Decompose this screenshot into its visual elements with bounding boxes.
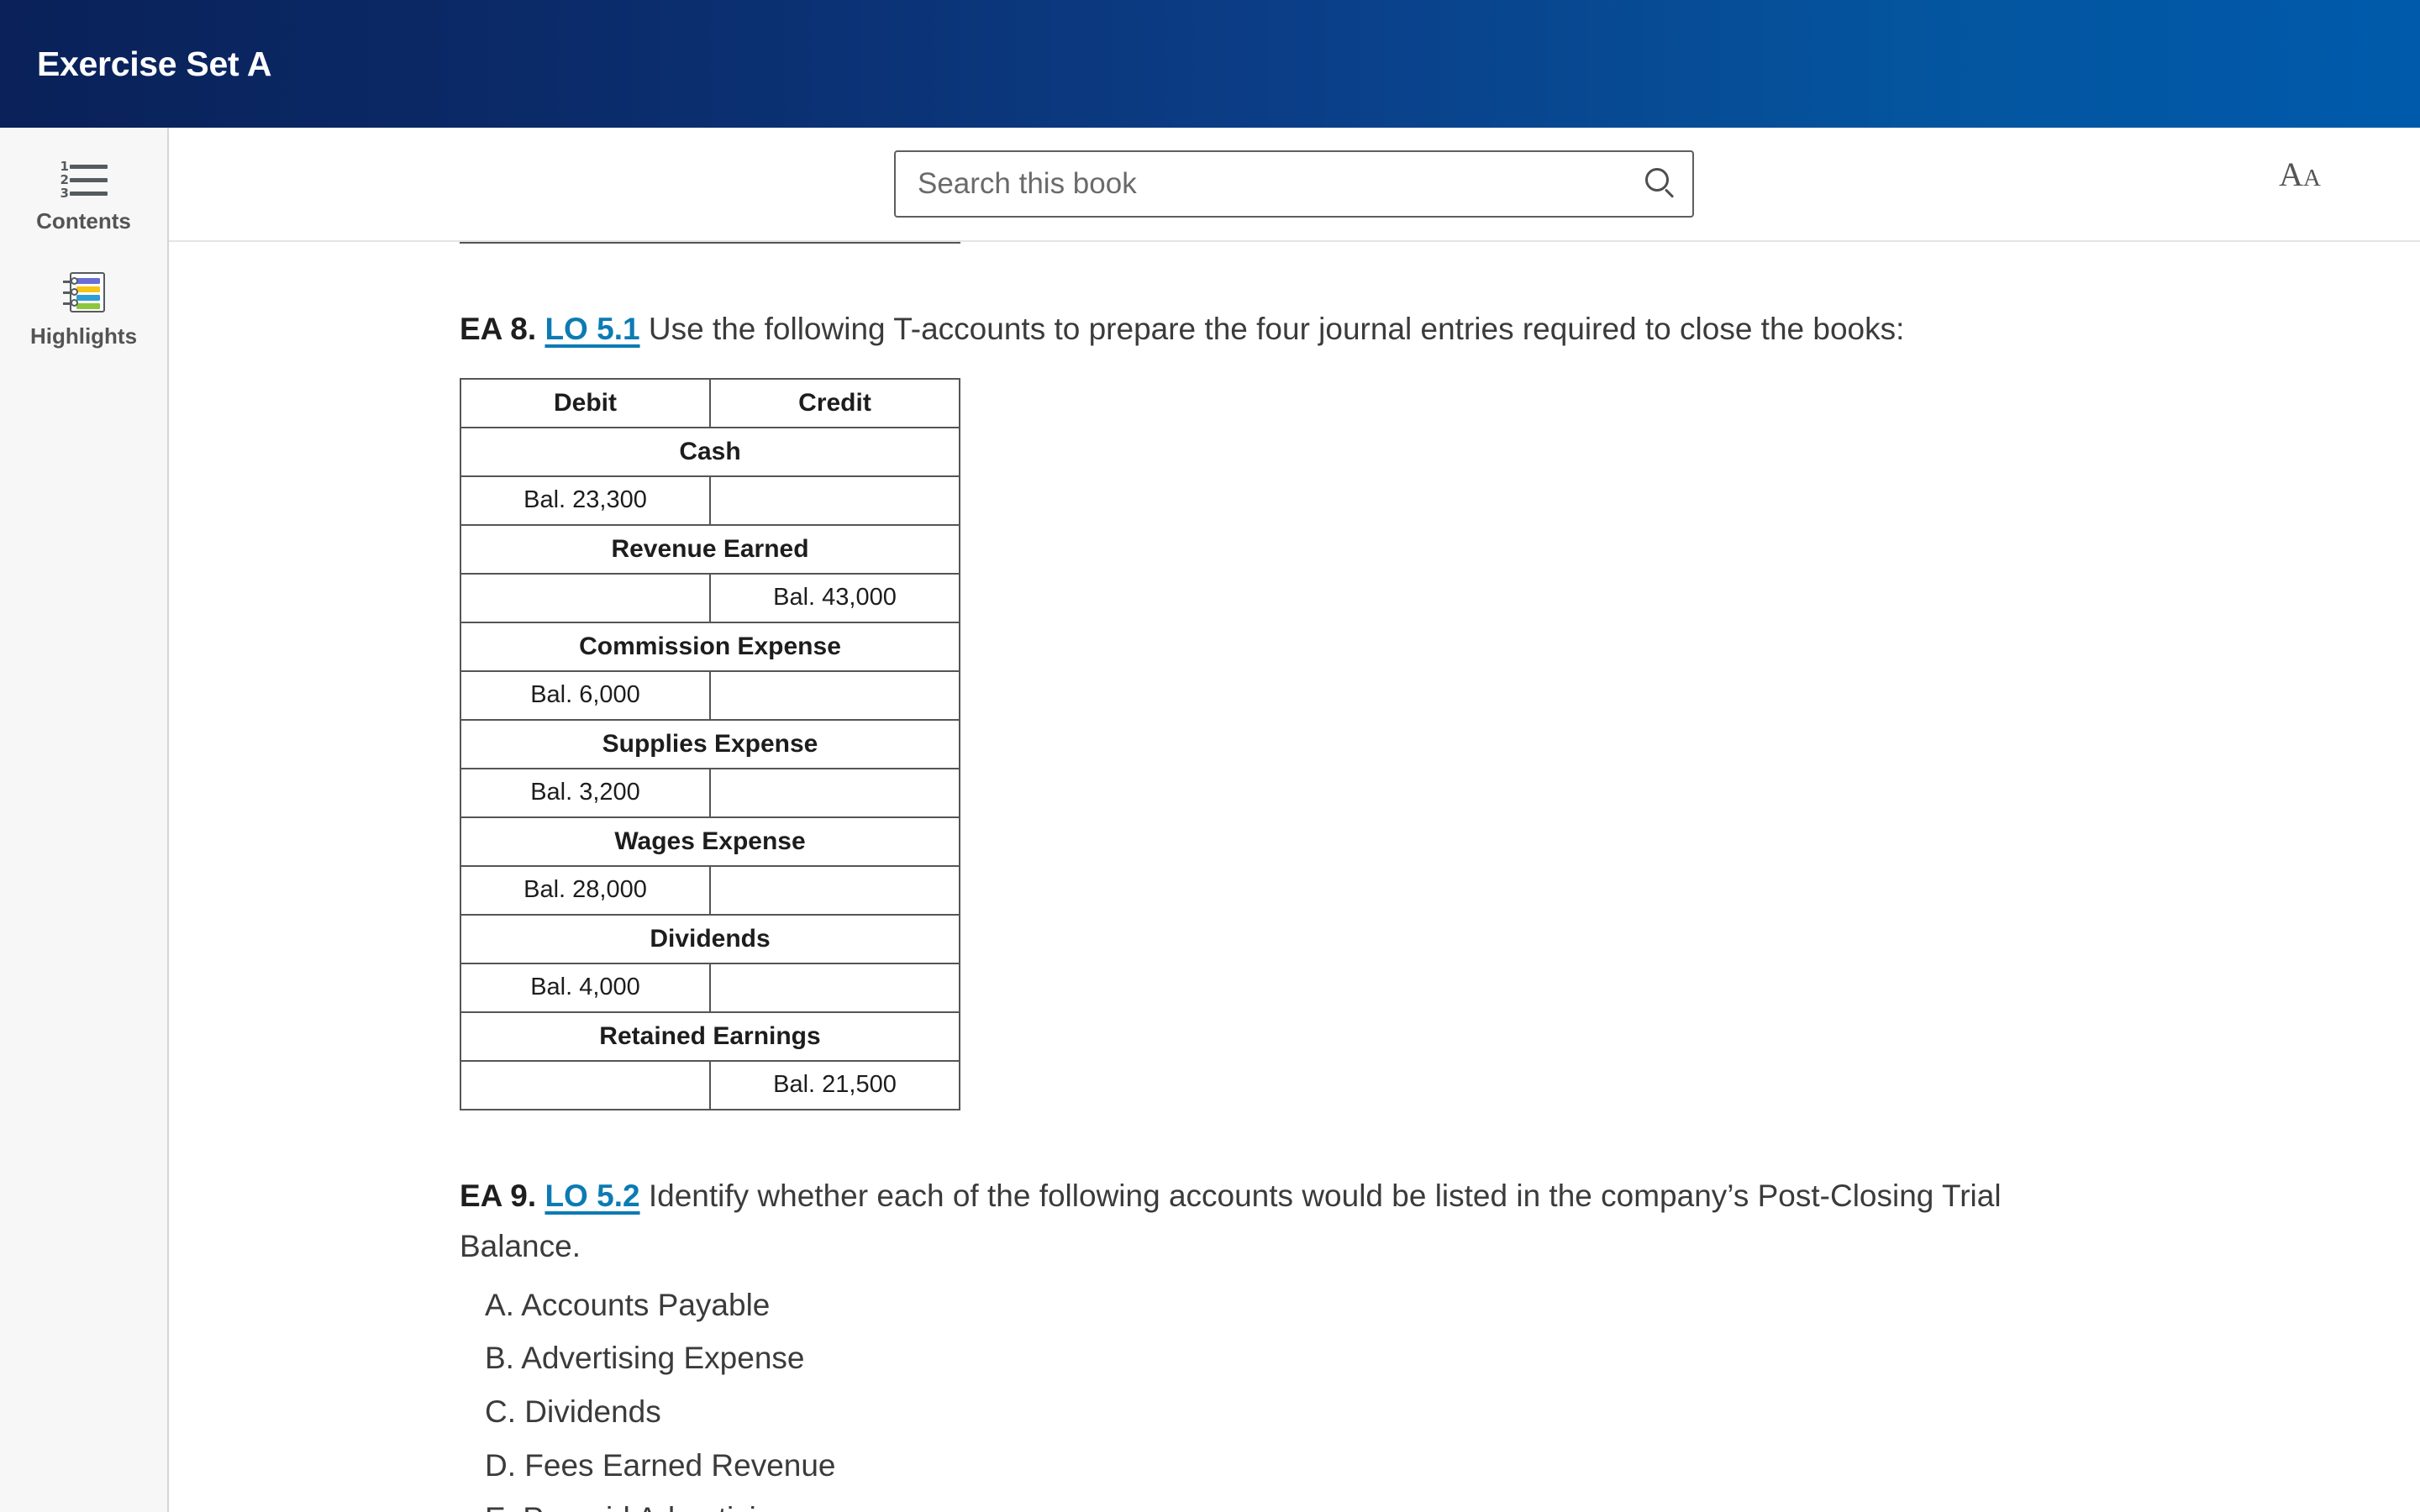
column-header-credit: Credit — [709, 377, 960, 428]
cell-debit: Bal. 3,200 — [460, 767, 711, 818]
table-row: Bal. 30,000 — [460, 242, 960, 244]
cell-credit — [709, 962, 960, 1013]
table-row-account: Retained Earnings — [460, 1011, 960, 1062]
app-header: Exercise Set A — [0, 0, 2420, 128]
sidebar-item-highlights[interactable]: Highlights — [0, 271, 167, 349]
list-item: C. Dividends — [485, 1394, 661, 1430]
book-content: Bal. 30,000 EA 8. LO 5.1 Use the followi… — [169, 242, 2420, 1512]
list-item: E. Prepaid Advertising — [485, 1492, 2420, 1512]
cell-credit — [709, 767, 960, 818]
taccounts-table-body: Cash Bal. 23,300 Revenue Earned Bal. 43,… — [460, 426, 960, 1110]
sidebar-item-contents-label: Contents — [36, 208, 131, 234]
learning-objective-link-5-1[interactable]: LO 5.1 — [544, 312, 639, 346]
account-name: Cash — [460, 426, 960, 477]
account-name: Revenue Earned — [460, 523, 960, 575]
magnifier-icon — [1645, 168, 1677, 200]
account-name: Wages Expense — [460, 816, 960, 867]
cell-credit — [709, 669, 960, 721]
cell-debit: Bal. 28,000 — [460, 864, 711, 916]
table-row: Bal. 21,500 — [460, 1059, 960, 1110]
exercise-ea9-prompt: EA 9. LO 5.2 Identify whether each of th… — [460, 1171, 2081, 1272]
table-row: Bal. 6,000 — [460, 669, 960, 721]
font-size-big-a: A — [2279, 155, 2304, 193]
exercise-ea8-prompt: EA 8. LO 5.1 Use the following T-account… — [460, 304, 2081, 354]
cell-debit — [460, 242, 711, 244]
cell-credit: Bal. 21,500 — [709, 1059, 960, 1110]
font-size-button[interactable]: AA — [2279, 158, 2321, 192]
list-item: D. Fees Earned Revenue — [485, 1447, 836, 1483]
account-name: Dividends — [460, 913, 960, 964]
font-size-small-a: A — [2303, 165, 2321, 192]
table-row-account: Supplies Expense — [460, 718, 960, 769]
cell-debit: Bal. 6,000 — [460, 669, 711, 721]
cell-credit — [709, 864, 960, 916]
cell-debit: Bal. 4,000 — [460, 962, 711, 1013]
table-header-row: Debit Credit — [460, 377, 960, 428]
account-name: Supplies Expense — [460, 718, 960, 769]
page-title: Exercise Set A — [37, 44, 272, 83]
search-box[interactable] — [894, 150, 1694, 218]
table-row: Bal. 43,000 — [460, 572, 960, 623]
cell-debit: Bal. 23,300 — [460, 475, 711, 526]
previous-taccount-table-clipped: Bal. 30,000 — [460, 242, 960, 244]
column-header-debit: Debit — [460, 377, 711, 428]
table-row: Bal. 23,300 — [460, 475, 960, 526]
toolbar: AA — [169, 128, 2420, 242]
account-name: Commission Expense — [460, 621, 960, 672]
exercise-ea8-text: Use the following T-accounts to prepare … — [648, 312, 1905, 346]
table-row-account: Commission Expense — [460, 621, 960, 672]
cell-debit — [460, 572, 711, 623]
exercise-ea9-options: A. Accounts Payable B. Advertising Expen… — [460, 1278, 2420, 1512]
cell-debit — [460, 1059, 711, 1110]
table-row-account: Dividends — [460, 913, 960, 964]
highlighted-notebook-icon — [62, 271, 106, 313]
list-item: B. Advertising Expense — [485, 1341, 805, 1376]
exercise-ea9-text: Identify whether each of the following a… — [460, 1178, 2002, 1263]
sidebar: 1 2 3 Contents Highlights — [0, 128, 169, 1512]
table-row: Bal. 4,000 — [460, 962, 960, 1013]
list-item: A. Accounts Payable — [485, 1287, 771, 1322]
cell-credit — [709, 475, 960, 526]
sidebar-item-contents[interactable]: 1 2 3 Contents — [0, 160, 167, 234]
search-submit-button[interactable] — [1630, 152, 1692, 216]
numbered-list-icon: 1 2 3 — [60, 160, 108, 200]
cell-credit: Bal. 30,000 — [709, 242, 960, 244]
table-row-account: Cash — [460, 426, 960, 477]
cell-credit: Bal. 43,000 — [709, 572, 960, 623]
table-row-account: Wages Expense — [460, 816, 960, 867]
taccounts-table: Debit Credit Cash Bal. 23,300 Revenue Ea… — [460, 377, 960, 1110]
sidebar-item-highlights-label: Highlights — [29, 323, 138, 349]
table-row: Bal. 28,000 — [460, 864, 960, 916]
account-name: Retained Earnings — [460, 1011, 960, 1062]
table-row-account: Revenue Earned — [460, 523, 960, 575]
exercise-number: EA 9. — [460, 1178, 537, 1213]
table-row: Bal. 3,200 — [460, 767, 960, 818]
exercise-number: EA 8. — [460, 312, 537, 346]
search-input[interactable] — [896, 152, 1630, 216]
learning-objective-link-5-2[interactable]: LO 5.2 — [544, 1179, 639, 1213]
